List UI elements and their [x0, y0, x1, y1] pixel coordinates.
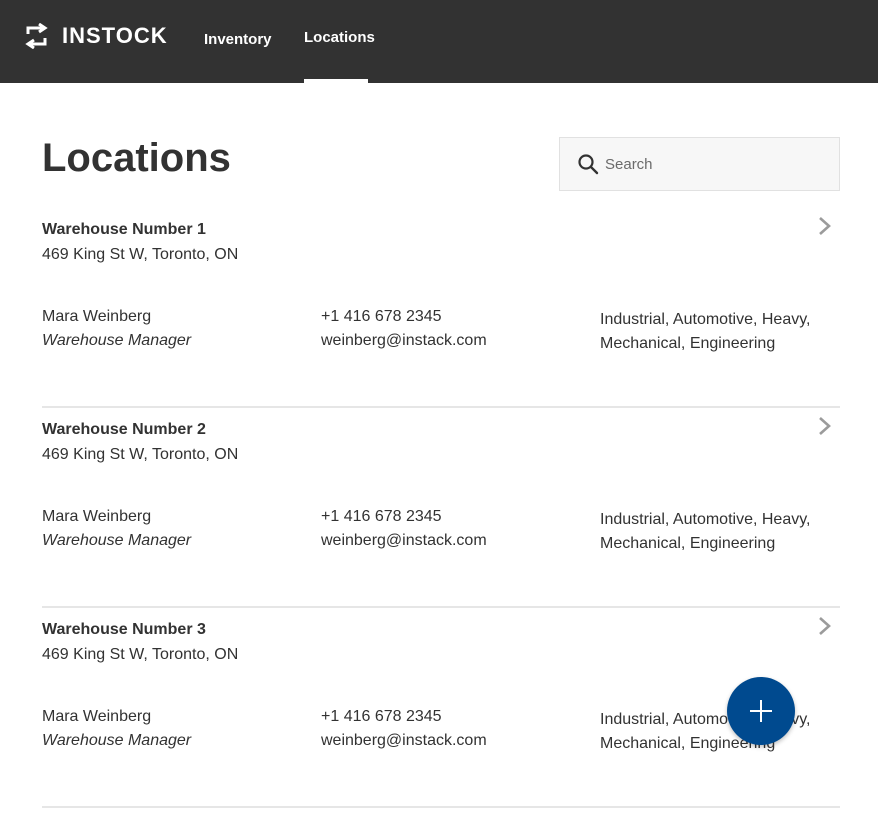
location-categories: Industrial, Automotive, Heavy, Mechanica…	[600, 511, 811, 552]
contact-phone: +1 416 678 2345	[321, 508, 442, 525]
contact-email: weinberg@instack.com	[321, 332, 487, 349]
location-address: 469 King St W, Toronto, ON	[42, 446, 239, 463]
location-card[interactable]: Warehouse Number 3 469 King St W, Toront…	[42, 608, 840, 808]
location-name[interactable]: Warehouse Number 3	[42, 621, 206, 639]
add-location-button[interactable]	[727, 677, 795, 745]
contact-name: Mara Weinberg	[42, 308, 152, 325]
brand-name: INSTOCK	[62, 23, 168, 48]
location-name[interactable]: Warehouse Number 2	[42, 421, 206, 439]
contact-title: Warehouse Manager	[42, 732, 192, 749]
chevron-right-icon[interactable]	[817, 416, 833, 436]
page-title: Locations	[42, 136, 231, 180]
chevron-right-icon[interactable]	[817, 616, 833, 636]
contact-title: Warehouse Manager	[42, 332, 192, 349]
location-address: 469 King St W, Toronto, ON	[42, 646, 239, 663]
location-categories: Industrial, Automotive, Heavy, Mechanica…	[600, 311, 811, 352]
contact-email: weinberg@instack.com	[321, 732, 487, 749]
location-address: 469 King St W, Toronto, ON	[42, 246, 239, 263]
nav-locations[interactable]: Locations	[304, 29, 375, 46]
location-categories: Industrial, Automotive, Heavy, Mechanica…	[600, 711, 811, 752]
contact-phone: +1 416 678 2345	[321, 308, 442, 325]
contact-title: Warehouse Manager	[42, 532, 192, 549]
location-card[interactable]: Warehouse Number 2 469 King St W, Toront…	[42, 408, 840, 608]
search-input[interactable]	[605, 138, 825, 190]
top-nav-bar: INSTOCK Inventory Locations	[0, 0, 878, 83]
location-name[interactable]: Warehouse Number 1	[42, 221, 206, 239]
nav-inventory[interactable]: Inventory	[204, 31, 272, 48]
location-card[interactable]: Warehouse Number 1 469 King St W, Toront…	[42, 208, 840, 408]
search-box[interactable]	[559, 137, 840, 191]
active-nav-indicator	[304, 79, 368, 83]
swap-arrows-icon	[25, 23, 48, 49]
contact-phone: +1 416 678 2345	[321, 708, 442, 725]
contact-email: weinberg@instack.com	[321, 532, 487, 549]
contact-name: Mara Weinberg	[42, 508, 152, 525]
search-icon	[578, 154, 599, 175]
brand-logo[interactable]: INSTOCK	[24, 22, 168, 50]
chevron-right-icon[interactable]	[817, 216, 833, 236]
contact-name: Mara Weinberg	[42, 708, 152, 725]
plus-icon	[750, 700, 772, 722]
